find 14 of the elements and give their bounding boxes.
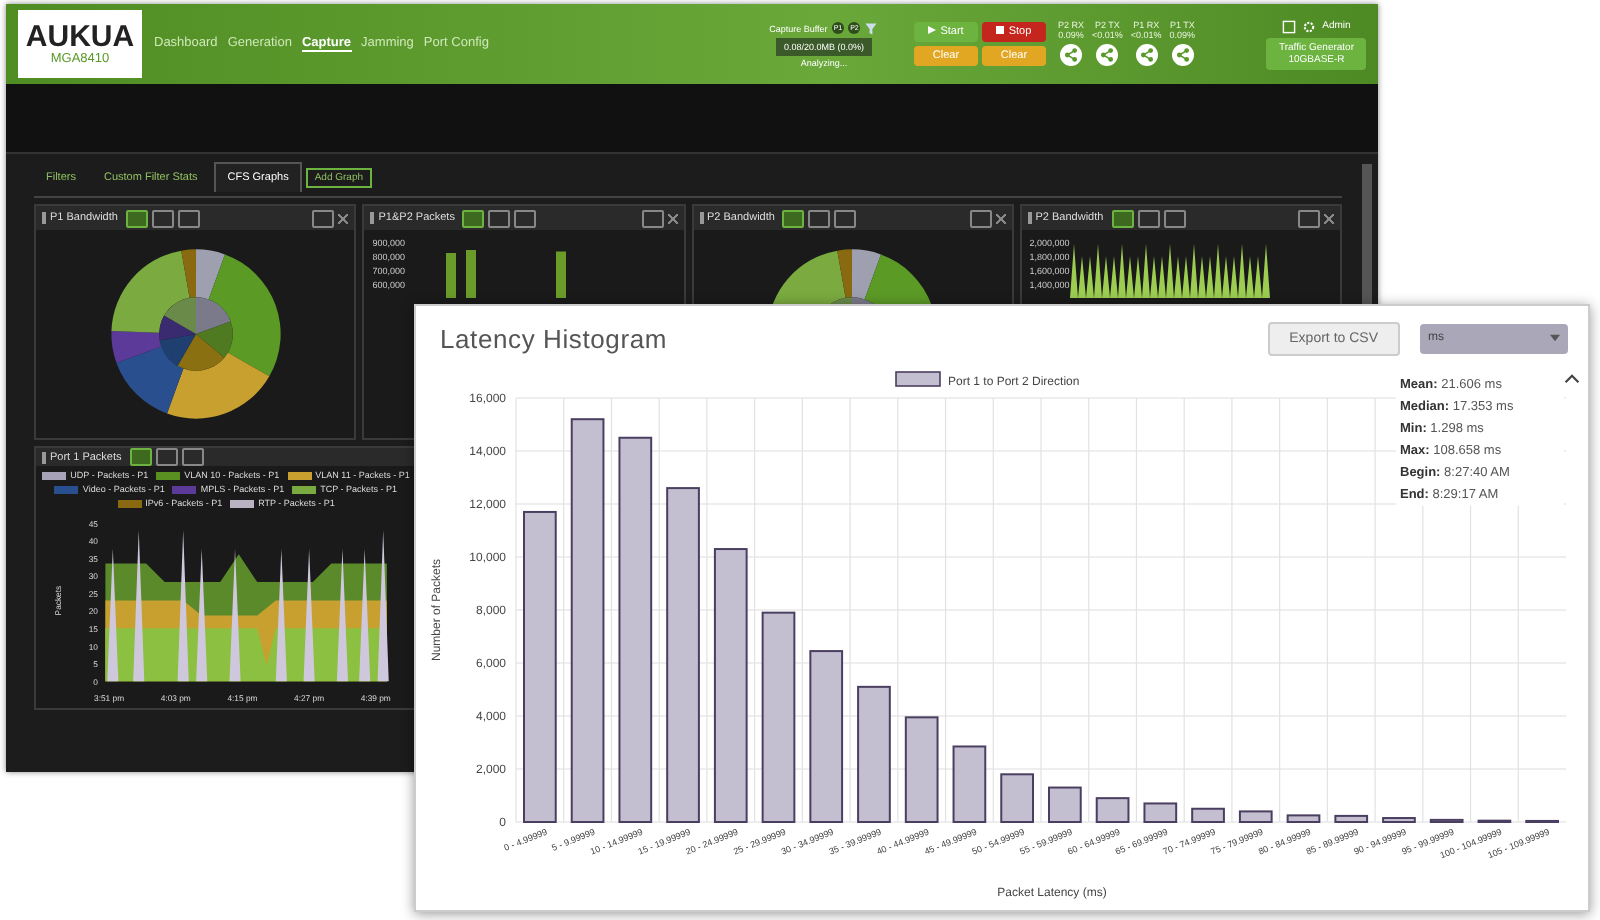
- dialog-title: Latency Histogram: [440, 323, 669, 353]
- close-icon[interactable]: [1324, 213, 1334, 223]
- stop-icon: [996, 26, 1005, 34]
- caret-icon: [1550, 334, 1560, 342]
- chevron-icon[interactable]: [1564, 374, 1580, 384]
- share-icon[interactable]: [1096, 44, 1119, 67]
- share-icon[interactable]: [1060, 44, 1082, 67]
- close-icon[interactable]: [995, 213, 1006, 223]
- close-icon[interactable]: [667, 213, 677, 223]
- close-icon[interactable]: [338, 213, 349, 223]
- logo-text: AUKUA: [25, 22, 135, 52]
- share-icon[interactable]: [1171, 44, 1194, 67]
- play-icon: [928, 26, 937, 34]
- share-icon[interactable]: [1135, 44, 1158, 67]
